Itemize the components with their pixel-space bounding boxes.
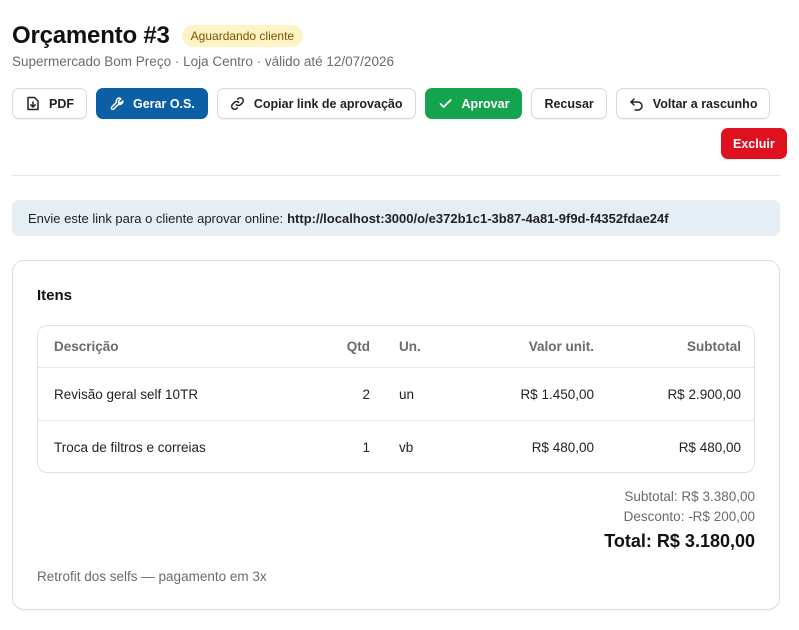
gerar-os-button-label: Gerar O.S. (133, 96, 195, 111)
items-card-title: Itens (37, 287, 73, 304)
approval-link-url[interactable]: http://localhost:3000/o/e372b1c1-3b87-4a… (287, 211, 669, 226)
discount-line: Desconto: -R$ 200,00 (623, 509, 755, 524)
column-header-un: Un. (399, 339, 421, 354)
delete-button-label: Excluir (733, 136, 775, 151)
page-subtitle: Supermercado Bom Preço · Loja Centro · v… (12, 54, 394, 69)
approval-link-text: Envie este link para o cliente aprovar o… (28, 210, 284, 226)
delete-button[interactable]: Excluir (721, 128, 787, 159)
back-to-draft-button[interactable]: Voltar a rascunho (615, 88, 771, 119)
column-header-descricao: Descrição (54, 339, 119, 354)
cell-un: un (399, 386, 415, 402)
cell-subtotal: R$ 2.900,00 (667, 386, 741, 402)
column-header-subtotal: Subtotal (687, 339, 741, 354)
file-download-icon (25, 96, 41, 112)
reject-button-label: Recusar (544, 96, 594, 111)
cell-descricao: Revisão geral self 10TR (54, 386, 199, 402)
divider (12, 175, 780, 176)
check-icon (438, 96, 454, 112)
cell-valor-unit: R$ 480,00 (531, 439, 594, 455)
cell-subtotal: R$ 480,00 (678, 439, 741, 455)
pdf-button[interactable]: PDF (12, 88, 87, 119)
table-header-row: Descrição Qtd Un. Valor unit. Subtotal (38, 326, 754, 367)
approve-button[interactable]: Aprovar (424, 88, 523, 119)
total-line: Total: R$ 3.180,00 (604, 531, 755, 551)
status-badge: Aguardando cliente (181, 25, 304, 47)
undo-icon (629, 96, 645, 112)
items-card: Itens Descrição Qtd Un. Valor unit. Subt… (12, 260, 780, 610)
wrench-icon (109, 96, 125, 112)
totals-block: Subtotal: R$ 3.380,00 Desconto: -R$ 200,… (604, 487, 755, 552)
gerar-os-button[interactable]: Gerar O.S. (96, 88, 208, 119)
table-row: Revisão geral self 10TR 2 un R$ 1.450,00… (38, 367, 754, 420)
approval-link-banner: Envie este link para o cliente aprovar o… (12, 200, 780, 236)
page-header: Orçamento #3 Aguardando cliente (12, 22, 304, 50)
cell-un: vb (399, 439, 414, 455)
cell-qtd: 2 (362, 386, 370, 402)
copy-approval-link-label: Copiar link de aprovação (253, 96, 403, 111)
column-header-valor-unit: Valor unit. (528, 339, 594, 354)
table-row: Troca de filtros e correias 1 vb R$ 480,… (38, 420, 754, 472)
back-to-draft-label: Voltar a rascunho (652, 96, 758, 111)
reject-button[interactable]: Recusar (531, 88, 607, 119)
subtotal-line: Subtotal: R$ 3.380,00 (624, 489, 755, 504)
items-table: Descrição Qtd Un. Valor unit. Subtotal R… (37, 325, 755, 473)
copy-approval-link-button[interactable]: Copiar link de aprovação (216, 88, 416, 119)
cell-descricao: Troca de filtros e correias (54, 439, 206, 455)
link-icon (230, 96, 246, 112)
quote-note: Retrofit dos selfs — pagamento em 3x (37, 569, 267, 584)
approve-button-label: Aprovar (461, 96, 510, 111)
cell-qtd: 1 (362, 439, 370, 455)
page-title: Orçamento #3 (12, 22, 170, 49)
action-toolbar: PDF Gerar O.S. Copiar link de aprovação … (12, 88, 779, 119)
pdf-button-label: PDF (49, 96, 74, 111)
column-header-qtd: Qtd (346, 339, 370, 354)
cell-valor-unit: R$ 1.450,00 (520, 386, 594, 402)
